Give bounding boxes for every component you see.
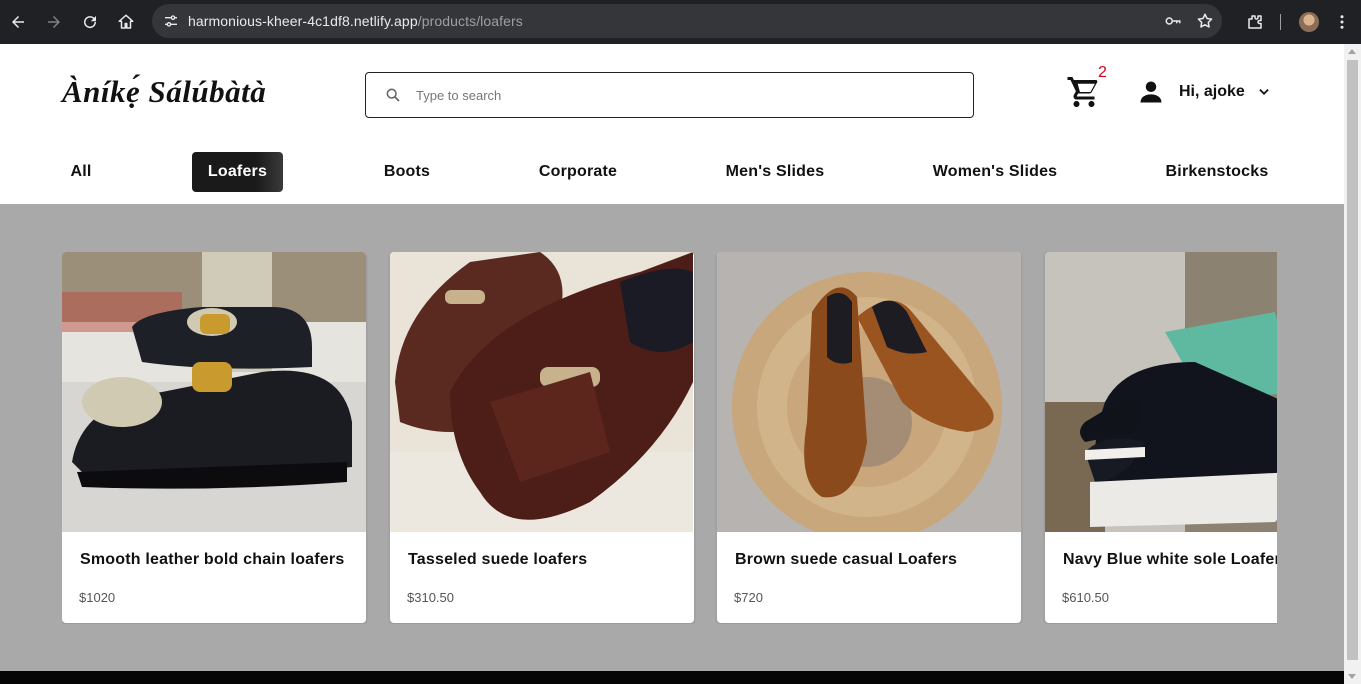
- user-icon: [1140, 81, 1162, 103]
- product-card[interactable]: Tasseled suede loafers $310.50: [390, 252, 694, 623]
- product-price: $720: [734, 590, 763, 605]
- toolbar-separator: [1280, 14, 1281, 30]
- key-icon[interactable]: [1164, 12, 1182, 30]
- navy-white-sole-loafer-image: [1045, 252, 1277, 532]
- star-icon[interactable]: [1196, 12, 1214, 30]
- chevron-down-icon: [1259, 89, 1269, 95]
- product-image[interactable]: [1045, 252, 1277, 532]
- menu-icon[interactable]: [1333, 13, 1351, 31]
- product-title[interactable]: Tasseled suede loafers: [408, 551, 587, 569]
- cart-icon[interactable]: [1066, 74, 1102, 110]
- browser-toolbar: harmonious-kheer-4c1df8.netlify.app/prod…: [0, 0, 1361, 44]
- url-path: /products/loafers: [417, 13, 523, 29]
- product-card[interactable]: Brown suede casual Loafers $720: [717, 252, 1021, 623]
- page-scrollbar[interactable]: [1344, 44, 1361, 684]
- search-icon: [386, 88, 400, 102]
- scroll-up-arrow-icon[interactable]: [1348, 49, 1356, 54]
- product-price: $610.50: [1062, 590, 1109, 605]
- category-nav: All Loafers Boots Corporate Men's Slides…: [0, 152, 1344, 192]
- category-tab-boots[interactable]: Boots: [378, 152, 436, 192]
- product-price: $310.50: [407, 590, 454, 605]
- brown-suede-loafer-image: [717, 252, 1021, 532]
- category-tab-loafers[interactable]: Loafers: [192, 152, 283, 192]
- category-tab-corporate[interactable]: Corporate: [532, 152, 624, 192]
- scroll-down-arrow-icon[interactable]: [1348, 674, 1356, 679]
- site-info-button[interactable]: [154, 4, 188, 38]
- search-box[interactable]: [365, 72, 974, 118]
- back-button[interactable]: [0, 4, 36, 40]
- url-host: harmonious-kheer-4c1df8.netlify.app: [188, 13, 418, 29]
- category-tab-all[interactable]: All: [62, 152, 100, 192]
- product-title[interactable]: Smooth leather bold chain loafers: [80, 551, 344, 569]
- black-chain-loafer-image: [62, 252, 366, 532]
- extensions-icon[interactable]: [1246, 13, 1264, 31]
- site-logo[interactable]: Àníkẹ́ Sálúbàtà: [62, 74, 266, 110]
- user-menu[interactable]: Hi, ajoke: [1137, 78, 1271, 106]
- scroll-thumb[interactable]: [1347, 60, 1358, 660]
- back-icon: [12, 16, 24, 28]
- forward-button[interactable]: [36, 4, 72, 40]
- product-image[interactable]: [62, 252, 366, 532]
- page: Àníkẹ́ Sálúbàtà 2 Hi, ajoke All Loafers …: [0, 44, 1344, 684]
- product-card[interactable]: Navy Blue white sole Loafers $610.50: [1045, 252, 1277, 623]
- product-image[interactable]: [390, 252, 694, 532]
- category-tab-womens-slides[interactable]: Women's Slides: [926, 152, 1064, 192]
- category-tab-mens-slides[interactable]: Men's Slides: [720, 152, 830, 192]
- product-title[interactable]: Navy Blue white sole Loafers: [1063, 551, 1277, 569]
- home-button[interactable]: [108, 4, 144, 40]
- forward-icon: [48, 16, 60, 28]
- search-input[interactable]: [416, 87, 916, 103]
- category-tab-birkenstocks[interactable]: Birkenstocks: [1160, 152, 1274, 192]
- address-bar[interactable]: harmonious-kheer-4c1df8.netlify.app/prod…: [152, 4, 1222, 38]
- home-icon: [118, 14, 134, 29]
- tasseled-suede-loafer-image: [390, 252, 693, 532]
- user-greeting: Hi, ajoke: [1179, 83, 1245, 100]
- product-title[interactable]: Brown suede casual Loafers: [735, 551, 957, 569]
- reload-icon: [84, 16, 97, 29]
- site-header: Àníkẹ́ Sálúbàtà 2 Hi, ajoke All Loafers …: [0, 44, 1344, 204]
- product-price: $1020: [79, 590, 116, 605]
- product-grid: Smooth leather bold chain loafers $1020 …: [62, 252, 1277, 624]
- reload-button[interactable]: [72, 4, 108, 40]
- tune-icon: [165, 15, 177, 27]
- footer: [0, 671, 1344, 684]
- url-text: harmonious-kheer-4c1df8.netlify.app/prod…: [188, 13, 523, 29]
- product-card[interactable]: Smooth leather bold chain loafers $1020: [62, 252, 366, 623]
- profile-avatar[interactable]: [1299, 12, 1319, 32]
- product-image[interactable]: [717, 252, 1021, 532]
- cart-count-badge: 2: [1098, 64, 1107, 81]
